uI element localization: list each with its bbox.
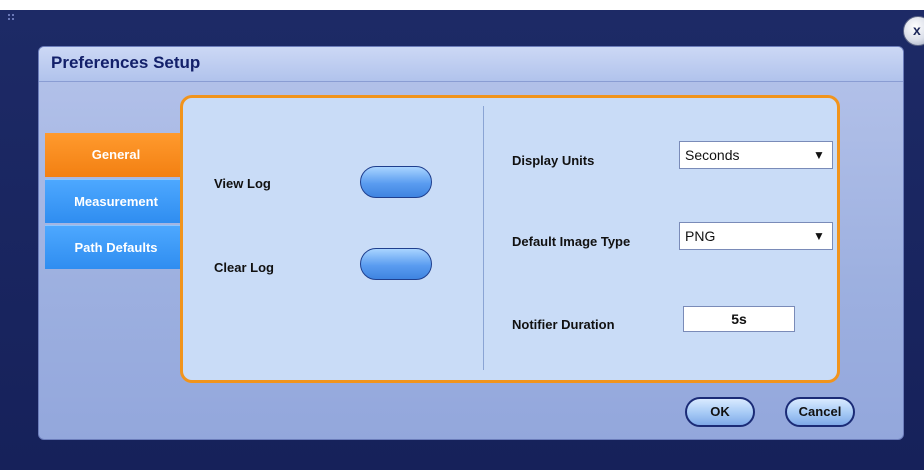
display-units-label: Display Units [512, 153, 595, 168]
tab-general[interactable]: General [45, 133, 187, 177]
notifier-duration-field[interactable]: 5s [683, 306, 795, 332]
default-image-type-value: PNG [685, 228, 716, 244]
grip-icon [8, 14, 18, 24]
panel-divider [483, 106, 484, 370]
dropdown-arrow-icon: ▼ [813, 148, 825, 162]
close-icon: x [913, 22, 921, 38]
ok-button[interactable]: OK [685, 397, 755, 427]
view-log-label: View Log [214, 176, 271, 191]
dialog-title: Preferences Setup [51, 53, 201, 72]
default-image-type-select[interactable]: PNG ▼ [679, 222, 833, 250]
default-image-type-label: Default Image Type [512, 234, 631, 249]
notifier-duration-label: Notifier Duration [512, 317, 615, 332]
clear-log-label: Clear Log [214, 260, 274, 275]
display-units-select[interactable]: Seconds ▼ [679, 141, 833, 169]
title-bar: Preferences Setup [39, 47, 903, 82]
cancel-button[interactable]: Cancel [785, 397, 855, 427]
display-units-value: Seconds [685, 147, 740, 163]
general-panel: View Log Clear Log Display Units Seconds… [180, 95, 840, 383]
dropdown-arrow-icon: ▼ [813, 229, 825, 243]
tab-path-defaults[interactable]: Path Defaults [45, 225, 187, 269]
tab-measurement[interactable]: Measurement [45, 179, 187, 223]
preferences-dialog: Preferences Setup General Measurement Pa… [38, 46, 904, 440]
clear-log-button[interactable] [360, 248, 432, 280]
view-log-button[interactable] [360, 166, 432, 198]
